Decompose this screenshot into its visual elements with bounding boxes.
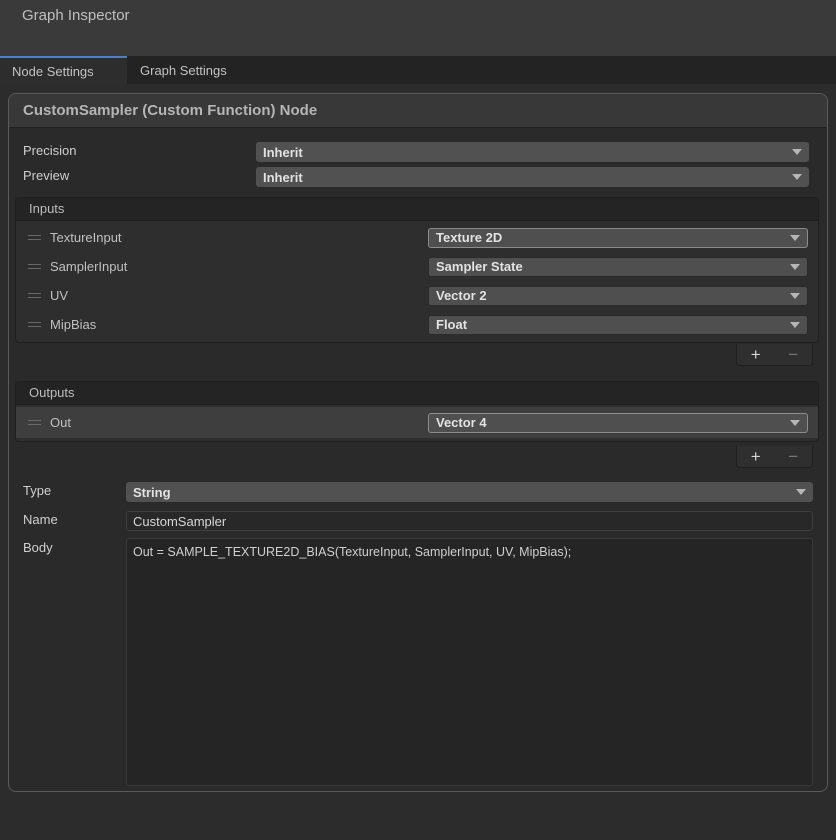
port-type-dropdown[interactable]: Sampler State bbox=[428, 257, 808, 277]
port-type-dropdown[interactable]: Texture 2D bbox=[428, 228, 808, 248]
preview-label: Preview bbox=[23, 168, 69, 183]
port-name: SamplerInput bbox=[50, 259, 127, 274]
outputs-list: Outputs Out Vector 4 bbox=[15, 381, 819, 442]
tab-node-settings[interactable]: Node Settings bbox=[0, 56, 127, 84]
inputs-list: Inputs TextureInput Texture 2D SamplerInpu… bbox=[15, 197, 819, 343]
body-textarea[interactable]: Out = SAMPLE_TEXTURE2D_BIAS(TextureInput… bbox=[126, 538, 813, 786]
graph-inspector-window: Graph Inspector Node Settings Graph Sett… bbox=[0, 0, 836, 840]
tab-label: Node Settings bbox=[12, 64, 94, 79]
chevron-down-icon bbox=[790, 420, 800, 426]
chevron-down-icon bbox=[796, 489, 806, 495]
preview-value: Inherit bbox=[263, 170, 786, 185]
outputs-rows: Out Vector 4 bbox=[16, 405, 818, 441]
port-type-dropdown[interactable]: Vector 2 bbox=[428, 286, 808, 306]
precision-dropdown[interactable]: Inherit bbox=[256, 142, 809, 162]
body-label: Body bbox=[23, 540, 53, 555]
chevron-down-icon bbox=[790, 235, 800, 241]
type-dropdown[interactable]: String bbox=[126, 482, 813, 502]
chevron-down-icon bbox=[790, 264, 800, 270]
name-label: Name bbox=[23, 512, 58, 527]
name-input[interactable] bbox=[126, 511, 813, 531]
type-value: String bbox=[133, 485, 790, 500]
drag-handle-icon[interactable] bbox=[28, 293, 41, 298]
port-type-value: Sampler State bbox=[436, 259, 784, 274]
list-item[interactable]: SamplerInput Sampler State bbox=[16, 252, 818, 281]
precision-value: Inherit bbox=[263, 145, 786, 160]
port-name: TextureInput bbox=[50, 230, 122, 245]
drag-handle-icon[interactable] bbox=[28, 264, 41, 269]
preview-dropdown[interactable]: Inherit bbox=[256, 167, 809, 187]
remove-input-button[interactable]: − bbox=[788, 346, 798, 364]
list-item[interactable]: TextureInput Texture 2D bbox=[16, 223, 818, 252]
port-type-value: Float bbox=[436, 317, 784, 332]
remove-output-button[interactable]: − bbox=[788, 448, 798, 466]
port-type-value: Vector 4 bbox=[436, 415, 784, 430]
list-item[interactable]: MipBias Float bbox=[16, 310, 818, 339]
port-name: MipBias bbox=[50, 317, 96, 332]
chevron-down-icon bbox=[792, 174, 802, 180]
inspector-header: Graph Inspector bbox=[0, 0, 836, 56]
port-type-value: Texture 2D bbox=[436, 230, 784, 245]
list-item[interactable]: Out Vector 4 bbox=[16, 407, 818, 438]
port-type-dropdown[interactable]: Vector 4 bbox=[428, 413, 808, 433]
node-settings-panel: CustomSampler (Custom Function) Node Pre… bbox=[8, 93, 828, 792]
add-input-button[interactable]: + bbox=[751, 346, 761, 364]
outputs-list-footer: + − bbox=[736, 446, 813, 468]
inputs-header: Inputs bbox=[16, 198, 818, 221]
chevron-down-icon bbox=[792, 149, 802, 155]
port-name: Out bbox=[50, 415, 71, 430]
port-name: UV bbox=[50, 288, 68, 303]
list-item[interactable]: UV Vector 2 bbox=[16, 281, 818, 310]
type-label: Type bbox=[23, 483, 51, 498]
add-output-button[interactable]: + bbox=[751, 448, 761, 466]
drag-handle-icon[interactable] bbox=[28, 235, 41, 240]
inputs-rows: TextureInputTexture 2DSamplerInputSample… bbox=[16, 221, 818, 342]
drag-handle-icon[interactable] bbox=[28, 322, 41, 327]
tab-graph-settings[interactable]: Graph Settings bbox=[127, 56, 240, 84]
tab-label: Graph Settings bbox=[140, 63, 227, 78]
outputs-header: Outputs bbox=[16, 382, 818, 405]
window-title: Graph Inspector bbox=[22, 7, 130, 24]
tab-bar: Node Settings Graph Settings bbox=[0, 56, 836, 84]
chevron-down-icon bbox=[790, 293, 800, 299]
precision-label: Precision bbox=[23, 143, 76, 158]
port-type-value: Vector 2 bbox=[436, 288, 784, 303]
chevron-down-icon bbox=[790, 322, 800, 328]
drag-handle-icon[interactable] bbox=[28, 420, 41, 425]
port-type-dropdown[interactable]: Float bbox=[428, 315, 808, 335]
inputs-list-footer: + − bbox=[736, 344, 813, 366]
node-title: CustomSampler (Custom Function) Node bbox=[9, 94, 827, 128]
